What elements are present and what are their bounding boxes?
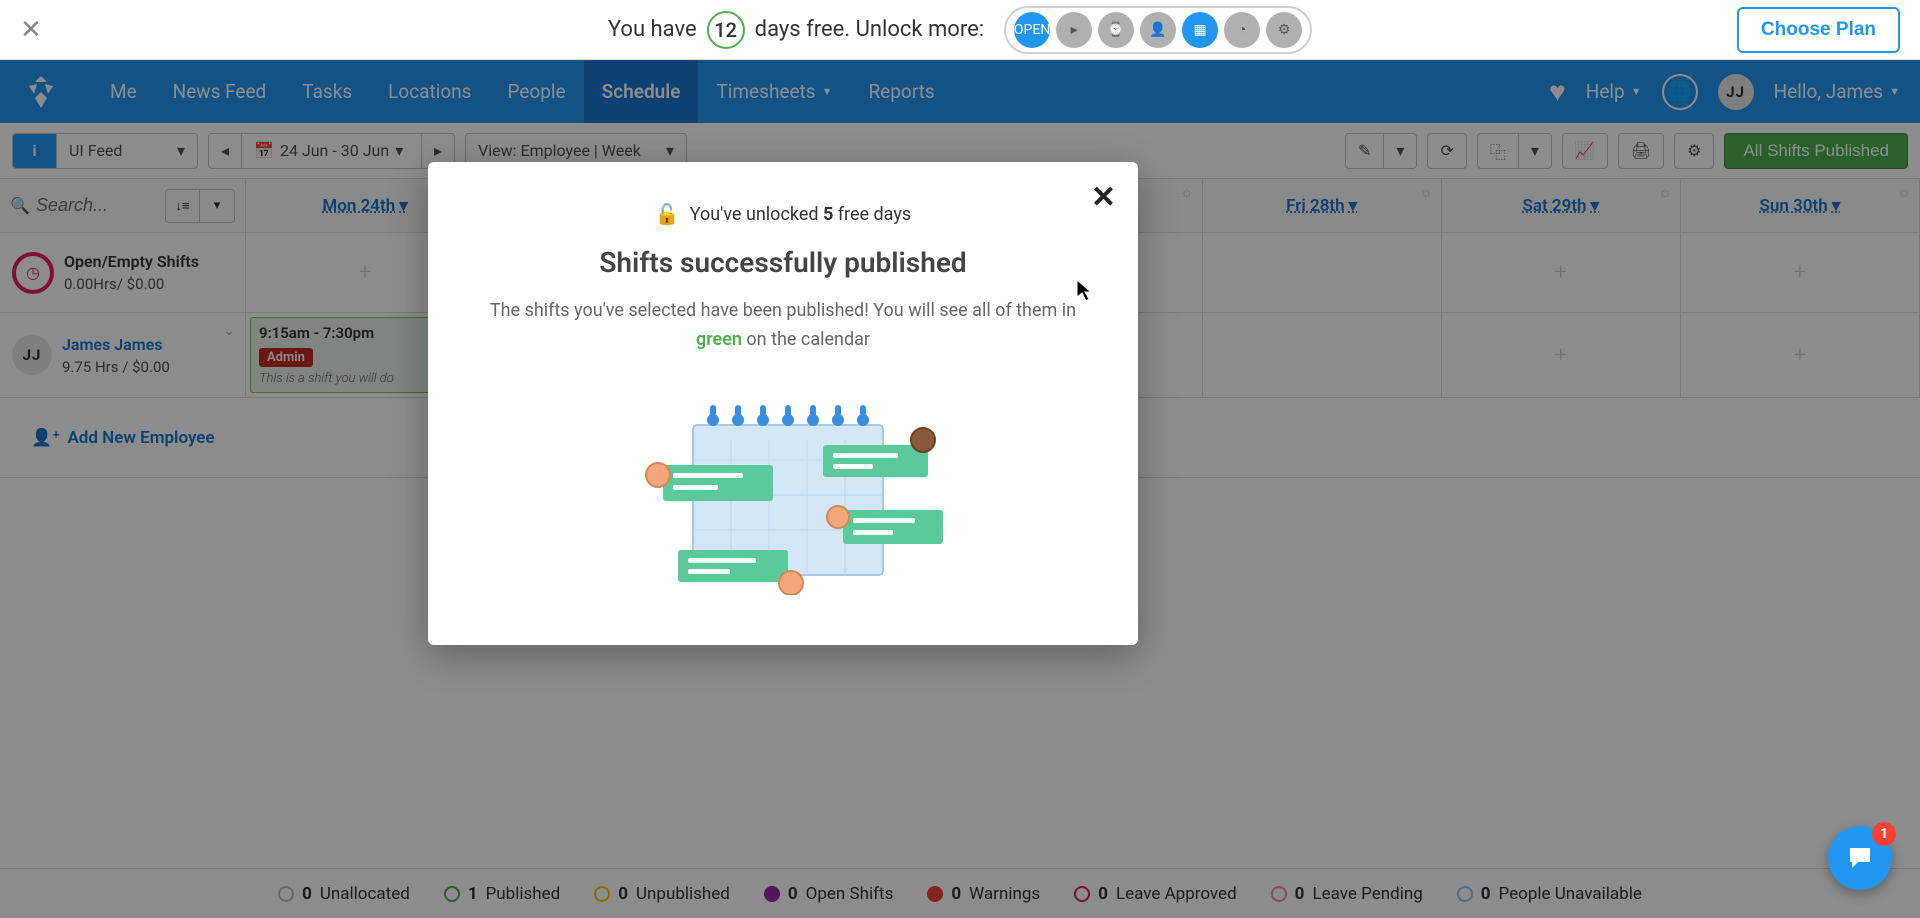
trial-center: You have 12 days free. Unlock more: OPEN…	[608, 6, 1312, 54]
trial-days-count: 12	[707, 11, 745, 49]
unlock-icon: 🔓	[655, 202, 680, 226]
close-icon[interactable]: ✕	[20, 15, 42, 45]
chat-badge: 1	[1872, 822, 1896, 846]
feature-gear-icon[interactable]: ⚙	[1266, 12, 1302, 48]
feature-camera-icon[interactable]: ▸	[1056, 12, 1092, 48]
close-icon[interactable]: ✕	[1091, 180, 1116, 215]
choose-plan-button[interactable]: Choose Plan	[1737, 7, 1900, 53]
trial-banner: ✕ You have 12 days free. Unlock more: OP…	[0, 0, 1920, 60]
feature-calendar-icon[interactable]: ▦	[1182, 12, 1218, 48]
publish-success-modal: ✕ 🔓 You've unlocked 5 free days Shifts s…	[428, 162, 1138, 645]
trial-prefix: You have	[608, 17, 697, 42]
modal-title: Shifts successfully published	[478, 246, 1088, 279]
trial-suffix: days free. Unlock more:	[755, 17, 984, 42]
modal-body: The shifts you've selected have been pub…	[478, 297, 1088, 355]
chat-button[interactable]: 1	[1828, 826, 1892, 890]
feature-person-icon[interactable]: 👤	[1140, 12, 1176, 48]
feature-open-icon[interactable]: OPEN	[1014, 12, 1050, 48]
feature-timeclock-icon[interactable]: ⌚	[1098, 12, 1134, 48]
unlock-message: 🔓 You've unlocked 5 free days	[478, 202, 1088, 226]
modal-illustration	[478, 385, 1088, 595]
feature-gauge-icon[interactable]: ◔	[1224, 12, 1260, 48]
trial-feature-icons: OPEN ▸ ⌚ 👤 ▦ ◔ ⚙	[1004, 6, 1312, 54]
